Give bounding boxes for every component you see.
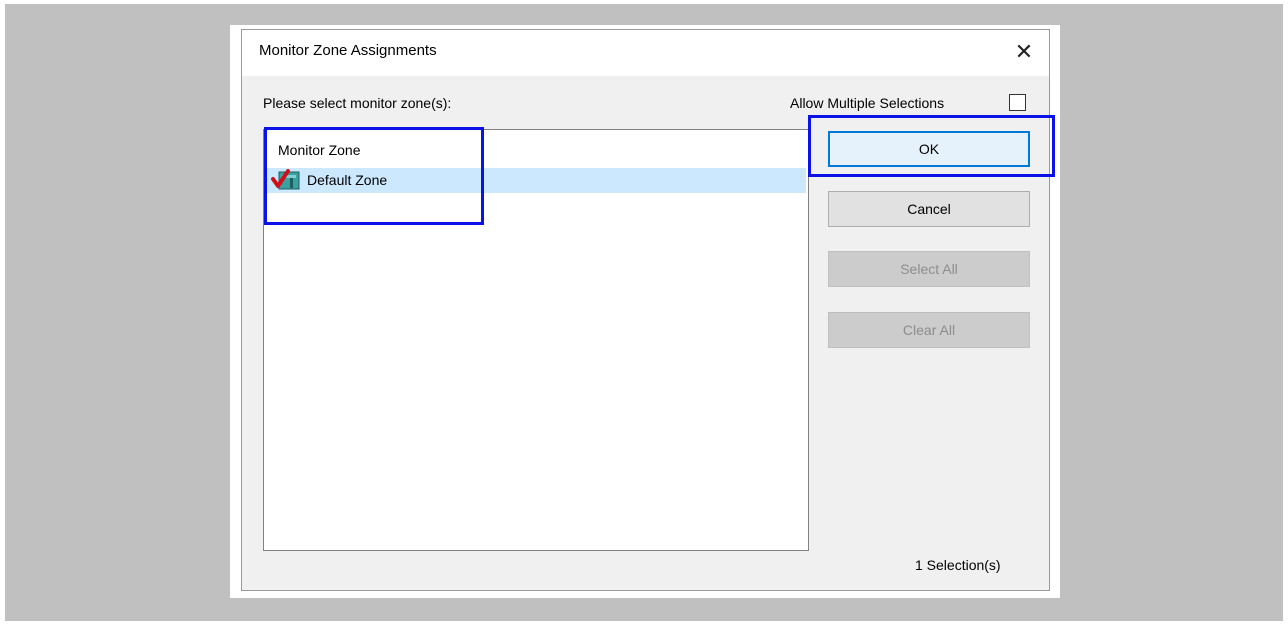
close-icon[interactable]: ✕ (1010, 37, 1038, 67)
dialog-title: Monitor Zone Assignments (259, 42, 437, 59)
allow-multiple-checkbox[interactable] (1009, 94, 1026, 111)
highlight-box-list (264, 127, 484, 225)
clear-all-button[interactable]: Clear All (828, 312, 1030, 348)
selection-count: 1 Selection(s) (915, 557, 1001, 573)
highlight-box-ok (808, 115, 1055, 177)
allow-multiple-label: Allow Multiple Selections (790, 95, 945, 111)
select-zone-prompt: Please select monitor zone(s): (263, 95, 452, 111)
cancel-button[interactable]: Cancel (828, 191, 1030, 227)
select-all-button[interactable]: Select All (828, 251, 1030, 287)
